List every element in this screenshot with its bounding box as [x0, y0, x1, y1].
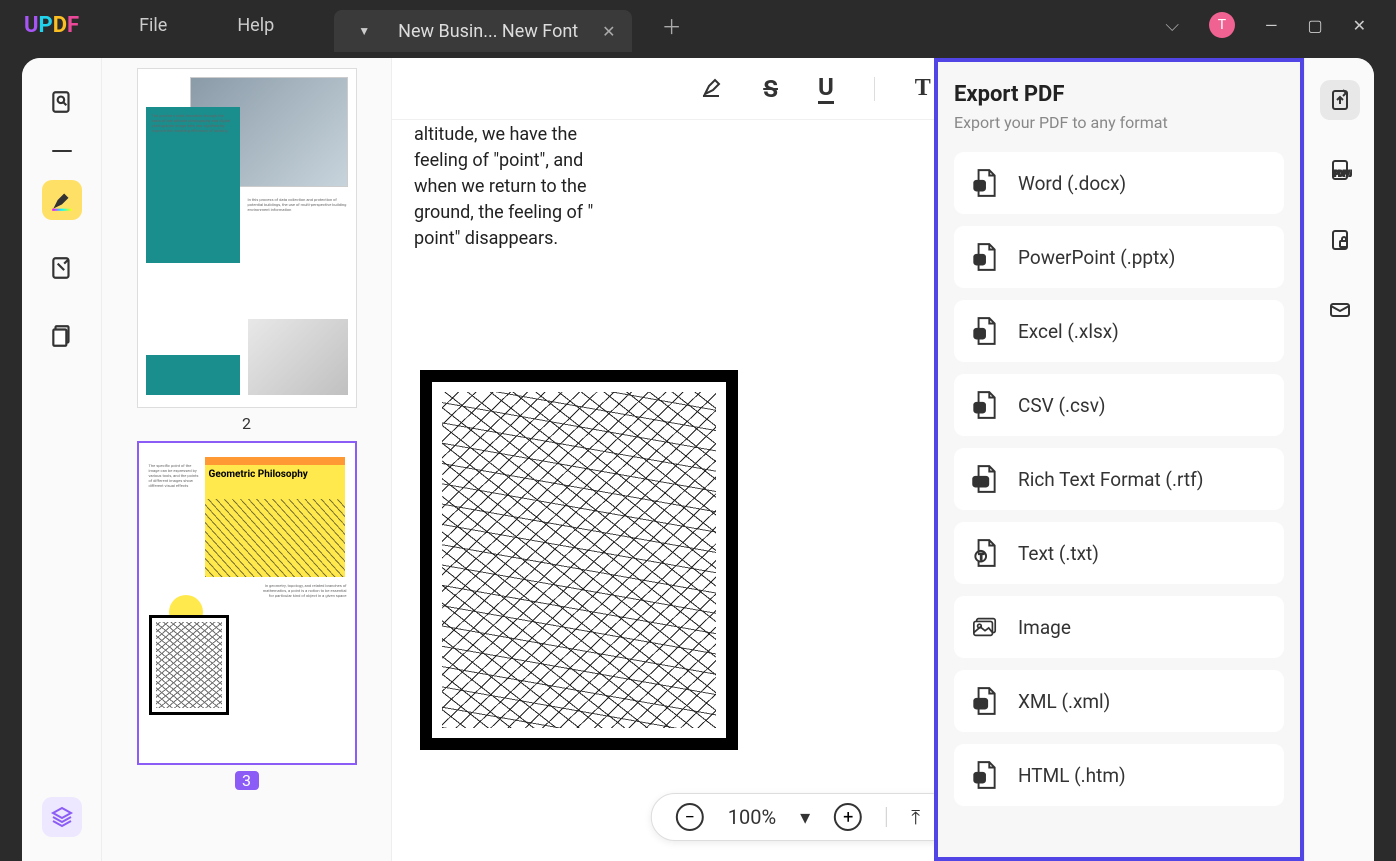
chevron-down-icon[interactable]: ⌵	[1165, 15, 1179, 36]
thumb-2-label: 2	[122, 414, 371, 433]
layers-icon[interactable]	[42, 797, 82, 837]
svg-text:X: X	[978, 329, 983, 338]
export-option-label: HTML (.htm)	[1018, 764, 1266, 787]
export-option-label: PowerPoint (.pptx)	[1018, 246, 1266, 269]
close-window-icon[interactable]: ✕	[1353, 16, 1366, 35]
svg-text:H: H	[976, 773, 981, 782]
main-area: S U T T altitude, we have the feeling of…	[392, 58, 1304, 861]
svg-text:T: T	[979, 552, 984, 562]
thumb-3-title: Geometric Philosophy	[205, 465, 345, 484]
zoom-dropdown-icon[interactable]: ▾	[800, 805, 810, 829]
separator	[886, 807, 887, 827]
export-option-label: Image	[1018, 616, 1266, 639]
svg-text:PDF/A: PDF/A	[1334, 170, 1352, 178]
lock-pdf-icon[interactable]	[1320, 220, 1360, 260]
thumb-3-label: 3	[235, 771, 259, 790]
export-option-label: Text (.txt)	[1018, 542, 1266, 565]
export-option-xml[interactable]: </> XML (.xml)	[954, 670, 1284, 732]
thumbnail-3[interactable]: The specific point of the image can be e…	[122, 441, 371, 790]
export-option-label: CSV (.csv)	[1018, 394, 1266, 417]
export-option-txt[interactable]: T Text (.txt)	[954, 522, 1284, 584]
highlight-tool-icon[interactable]	[42, 180, 82, 220]
tab-title: New Busin... New Font	[398, 21, 578, 42]
window-controls: ⌵ T — ▢ ✕	[1165, 12, 1366, 38]
add-tab-icon[interactable]: ＋	[662, 11, 682, 40]
export-option-label: Word (.docx)	[1018, 172, 1266, 195]
export-option-word[interactable]: W Word (.docx)	[954, 152, 1284, 214]
svg-text:RTF: RTF	[974, 478, 986, 486]
text-icon[interactable]: T	[915, 75, 931, 102]
svg-text:</>: </>	[975, 700, 985, 708]
menu-help[interactable]: Help	[237, 15, 274, 36]
underline-icon[interactable]: U	[818, 73, 834, 104]
zoom-out-icon[interactable]: −	[676, 803, 704, 831]
body-text: altitude, we have the feeling of "point"…	[414, 122, 614, 252]
svg-text:W: W	[976, 181, 983, 190]
separator	[52, 150, 72, 152]
export-option-rtf[interactable]: RTF Rich Text Format (.rtf)	[954, 448, 1284, 510]
export-option-ppt[interactable]: P PowerPoint (.pptx)	[954, 226, 1284, 288]
svg-text:P: P	[978, 255, 983, 264]
app-logo: UPDF	[24, 13, 79, 38]
title-bar: UPDF File Help ▼ New Busin... New Font ✕…	[0, 0, 1396, 50]
mail-icon[interactable]	[1320, 290, 1360, 330]
zoom-level[interactable]: 100%	[728, 805, 776, 829]
close-icon[interactable]: ✕	[602, 22, 615, 41]
tab-caret-icon[interactable]: ▼	[358, 24, 370, 38]
right-tool-strip: PDF/A	[1304, 58, 1374, 861]
document-tab[interactable]: ▼ New Busin... New Font ✕	[334, 10, 631, 52]
menu-file[interactable]: File	[139, 15, 167, 36]
menu-bar: File Help	[139, 15, 274, 36]
separator	[874, 77, 875, 101]
export-option-label: Excel (.xlsx)	[1018, 320, 1266, 343]
zoom-in-icon[interactable]: +	[834, 803, 862, 831]
thumbnail-2[interactable]: The precise model describes through the …	[122, 68, 371, 433]
edit-tool-icon[interactable]	[42, 248, 82, 288]
first-page-icon[interactable]: ⤒	[911, 805, 920, 829]
pdfa-icon[interactable]: PDF/A	[1320, 150, 1360, 190]
svg-text:C: C	[976, 404, 980, 412]
export-title: Export PDF	[954, 82, 1284, 107]
maximize-icon[interactable]: ▢	[1307, 16, 1322, 35]
pages-tool-icon[interactable]	[42, 316, 82, 356]
export-panel: Export PDF Export your PDF to any format…	[934, 58, 1304, 861]
export-option-html[interactable]: H HTML (.htm)	[954, 744, 1284, 806]
app-window: The precise model describes through the …	[22, 58, 1374, 861]
export-option-csv[interactable]: C CSV (.csv)	[954, 374, 1284, 436]
export-option-excel[interactable]: X Excel (.xlsx)	[954, 300, 1284, 362]
strikethrough-icon[interactable]: S	[763, 75, 778, 103]
geometric-image	[420, 370, 738, 750]
avatar[interactable]: T	[1209, 12, 1235, 38]
export-option-img[interactable]: Image	[954, 596, 1284, 658]
export-subtitle: Export your PDF to any format	[954, 113, 1284, 132]
export-option-label: XML (.xml)	[1018, 690, 1266, 713]
export-option-label: Rich Text Format (.rtf)	[1018, 468, 1266, 491]
thumbnail-panel: The precise model describes through the …	[102, 58, 392, 861]
minimize-icon[interactable]: —	[1265, 16, 1278, 35]
search-tool-icon[interactable]	[42, 82, 82, 122]
highlighter-icon[interactable]	[699, 74, 723, 104]
left-tool-strip	[22, 58, 102, 861]
export-pdf-icon[interactable]	[1320, 80, 1360, 120]
